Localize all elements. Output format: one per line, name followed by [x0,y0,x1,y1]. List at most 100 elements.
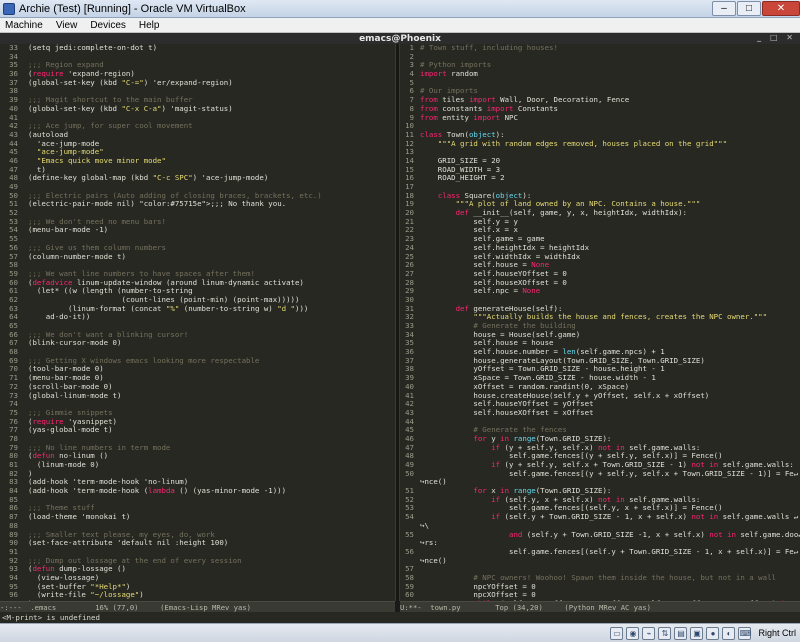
code-text: ;;; Theme stuff [28,503,95,513]
code-text: ;;; Gimmie snippets [28,407,113,417]
code-text: def __init__(self, game, y, x, heightIdx… [455,208,687,218]
line-number: 55 [405,529,414,539]
code-line[interactable]: 81 (linum-mode 0) [0,460,395,470]
code-text: "ace-jump-mode" [36,147,104,157]
hdd-icon[interactable]: ▭ [610,626,624,640]
code-line[interactable]: 54 (menu-bar-mode -1) [0,226,395,235]
code-line[interactable]: 33 (setq jedi:complete-on-dot t) [0,44,395,53]
virtualbox-app-icon [3,2,15,15]
menu-devices[interactable]: Devices [85,20,134,31]
code-text: GRID_SIZE = 20 [420,155,501,165]
code-line[interactable]: 9 from entity import NPC [400,113,800,123]
code-text: # Our imports [420,86,478,96]
code-line[interactable]: 4 import random [400,69,800,79]
menu-help[interactable]: Help [134,20,168,31]
code-line[interactable]: 50 self.game.fences[(y + self.y, self.x … [400,468,800,479]
code-text: self.npc = None [420,286,541,296]
code-text: self.game.fences[(y + self.y, self.x + T… [420,468,799,478]
vbox-title-bar[interactable]: Archie (Test) [Running] - Oracle VM Virt… [0,0,800,18]
code-line[interactable]: 96 (write-file "~/lossage") [0,590,395,600]
code-line[interactable]: 87 (load-theme 'monokai t) [0,512,395,522]
maximize-button[interactable]: □ [737,0,761,16]
code-text: (set-buffer "*Help*") [28,581,131,591]
code-line[interactable]: ↪nce() [400,556,800,566]
code-text: ;;; Dump out lossage at the end of every… [28,555,242,565]
code-text: self.heightIdx = heightIdx [420,242,590,252]
code-text: (load-theme 'monokai t) [28,512,131,522]
code-text: (global-set-key (kbd "C-=") 'er/expand-r… [28,77,233,87]
code-text: """A grid with random edges removed, hou… [420,138,728,148]
menu-view[interactable]: View [51,20,86,31]
emacs-right-window[interactable]: 1 # Town stuff, including houses! 2 3 # Pyth… [400,44,800,601]
code-text: ad-do-it)) [28,312,91,322]
menu-machine[interactable]: Machine [0,20,51,31]
code-text: from constants import Constants [420,103,558,113]
code-text: (set-face-attribute 'default nil :height… [28,538,229,548]
code-text: (linum-mode 0) [28,460,100,469]
code-line[interactable]: 48 (define-key global-map (kbd "C-c SPC")… [0,173,395,183]
code-text: yOffset = Town.GRID_SIZE - house.height … [420,364,665,374]
code-text: """Actually builds the house and fences,… [420,312,768,322]
code-text: (global-linum-mode t) [28,390,122,400]
emacs-frame-buttons[interactable]: _ □ ✕ [757,33,796,42]
code-line[interactable]: 54 if (self.y + Town.GRID_SIZE - 1, x + … [400,512,800,522]
left-mode-line[interactable]: -:--- .emacs 16% (77,0) (Emacs-Lisp MRev… [0,601,395,612]
code-text: house.createHouse(self.y + yOffset, self… [420,390,710,400]
code-line[interactable]: 56 self.game.fences[(self.y + Town.GRID_… [400,546,800,557]
code-line[interactable]: 57 (column-number-mode t) [0,251,395,262]
code-line[interactable]: 12 """A grid with random edges removed, … [400,138,800,149]
display-icon[interactable]: ▣ [690,626,704,640]
minimize-button[interactable]: – [712,0,736,16]
code-text: ROAD_WIDTH = 3 [420,164,501,174]
code-text: for y in range(Town.GRID_SIZE): [473,433,612,443]
code-line[interactable]: 84 (add-hook 'term-mode-hook (lambda () (… [0,486,395,496]
code-text: self.game.fences[(self.y + Town.GRID_SIZ… [420,546,799,556]
code-text: # Town stuff, including houses! [420,44,558,52]
code-text: (scroll-bar-mode 0) [28,381,113,391]
code-line[interactable]: 29 self.npc = None [400,286,800,296]
code-line[interactable]: 73 (global-linum-mode t) [0,390,395,401]
code-line[interactable]: 51 (electric-pair-mode nil) "color:#75715… [0,200,395,209]
emacs-left-window[interactable]: 33 (setq jedi:complete-on-dot t) 34 35;;; R… [0,44,395,601]
code-line[interactable]: 1 # Town stuff, including houses! [400,44,800,53]
code-text: self.x = x [420,225,518,235]
code-line[interactable]: 77 (yas-global-mode t) [0,425,395,435]
code-text: (defadvice linum-update-window (around l… [28,277,304,287]
code-text: (add-hook 'term-mode-hook (lambda () (ya… [28,486,287,496]
record-icon[interactable]: ● [706,626,720,640]
code-line[interactable]: 43 self.houseXOffset = xOffset [400,408,800,418]
mouse-icon[interactable]: ◐ [722,626,736,640]
code-text: if (y + self.y, self.x) not in self.game… [491,442,701,452]
code-text: (defun no-linum () [28,451,109,461]
host-key-label: Right Ctrl [758,628,796,638]
code-line[interactable]: 55 and (self.y + Town.GRID_SIZE -1, x + … [400,529,800,540]
code-text: def generateHouse(self): [455,303,563,313]
code-line[interactable]: 16 ROAD_HEIGHT = 2 [400,173,800,183]
code-text: (global-set-key (kbd "C-x C-a") 'magit-s… [28,103,233,113]
code-line[interactable]: 67 (blink-cursor-mode 0) [0,339,395,348]
vbox-status-bar: ▭ ◉ ⌁ ⇅ ▤ ▣ ● ◐ ⌨ Right Ctrl [0,623,800,642]
code-text: house = House(self.game) [420,329,581,339]
shared-folder-icon[interactable]: ▤ [674,626,688,640]
code-text: "Emacs quick move minor mode" [36,155,166,165]
code-line[interactable]: 46 "Emacs quick move minor mode" [0,155,395,166]
emacs-frame-title-bar[interactable]: emacs@Phoenix _ □ ✕ [0,33,800,44]
code-line[interactable]: 40 (global-set-key (kbd "C-x C-a") 'magit… [0,103,395,114]
code-text: and (self.y + Town.GRID_SIZE -1, x + sel… [509,529,800,539]
right-mode-line[interactable]: U:**- town.py Top (34,20) (Python MRev A… [400,601,800,612]
code-line[interactable]: 64 ad-do-it)) [0,312,395,322]
minibuffer[interactable]: <M-print> is undefined [0,612,800,623]
code-text: if (self.y + Town.GRID_SIZE - 1, x + sel… [491,512,799,522]
cd-icon[interactable]: ◉ [626,626,640,640]
usb-icon[interactable]: ⌁ [642,626,656,640]
code-line[interactable]: 90 (set-face-attribute 'default nil :heig… [0,538,395,548]
network-icon[interactable]: ⇅ [658,626,672,640]
code-text: (menu-bar-mode -1) [28,225,109,235]
code-text: (column-number-mode t) [28,251,126,261]
line-number: 50 [405,468,414,478]
code-line[interactable]: 37 (global-set-key (kbd "C-=") 'er/expand… [0,77,395,88]
close-button[interactable]: ✕ [762,0,800,16]
code-text: house.generateLayout(Town.GRID_SIZE, Tow… [420,355,705,365]
code-text: (let* ((w (length (number-to-string [28,286,193,296]
keyboard-icon[interactable]: ⌨ [738,626,752,640]
